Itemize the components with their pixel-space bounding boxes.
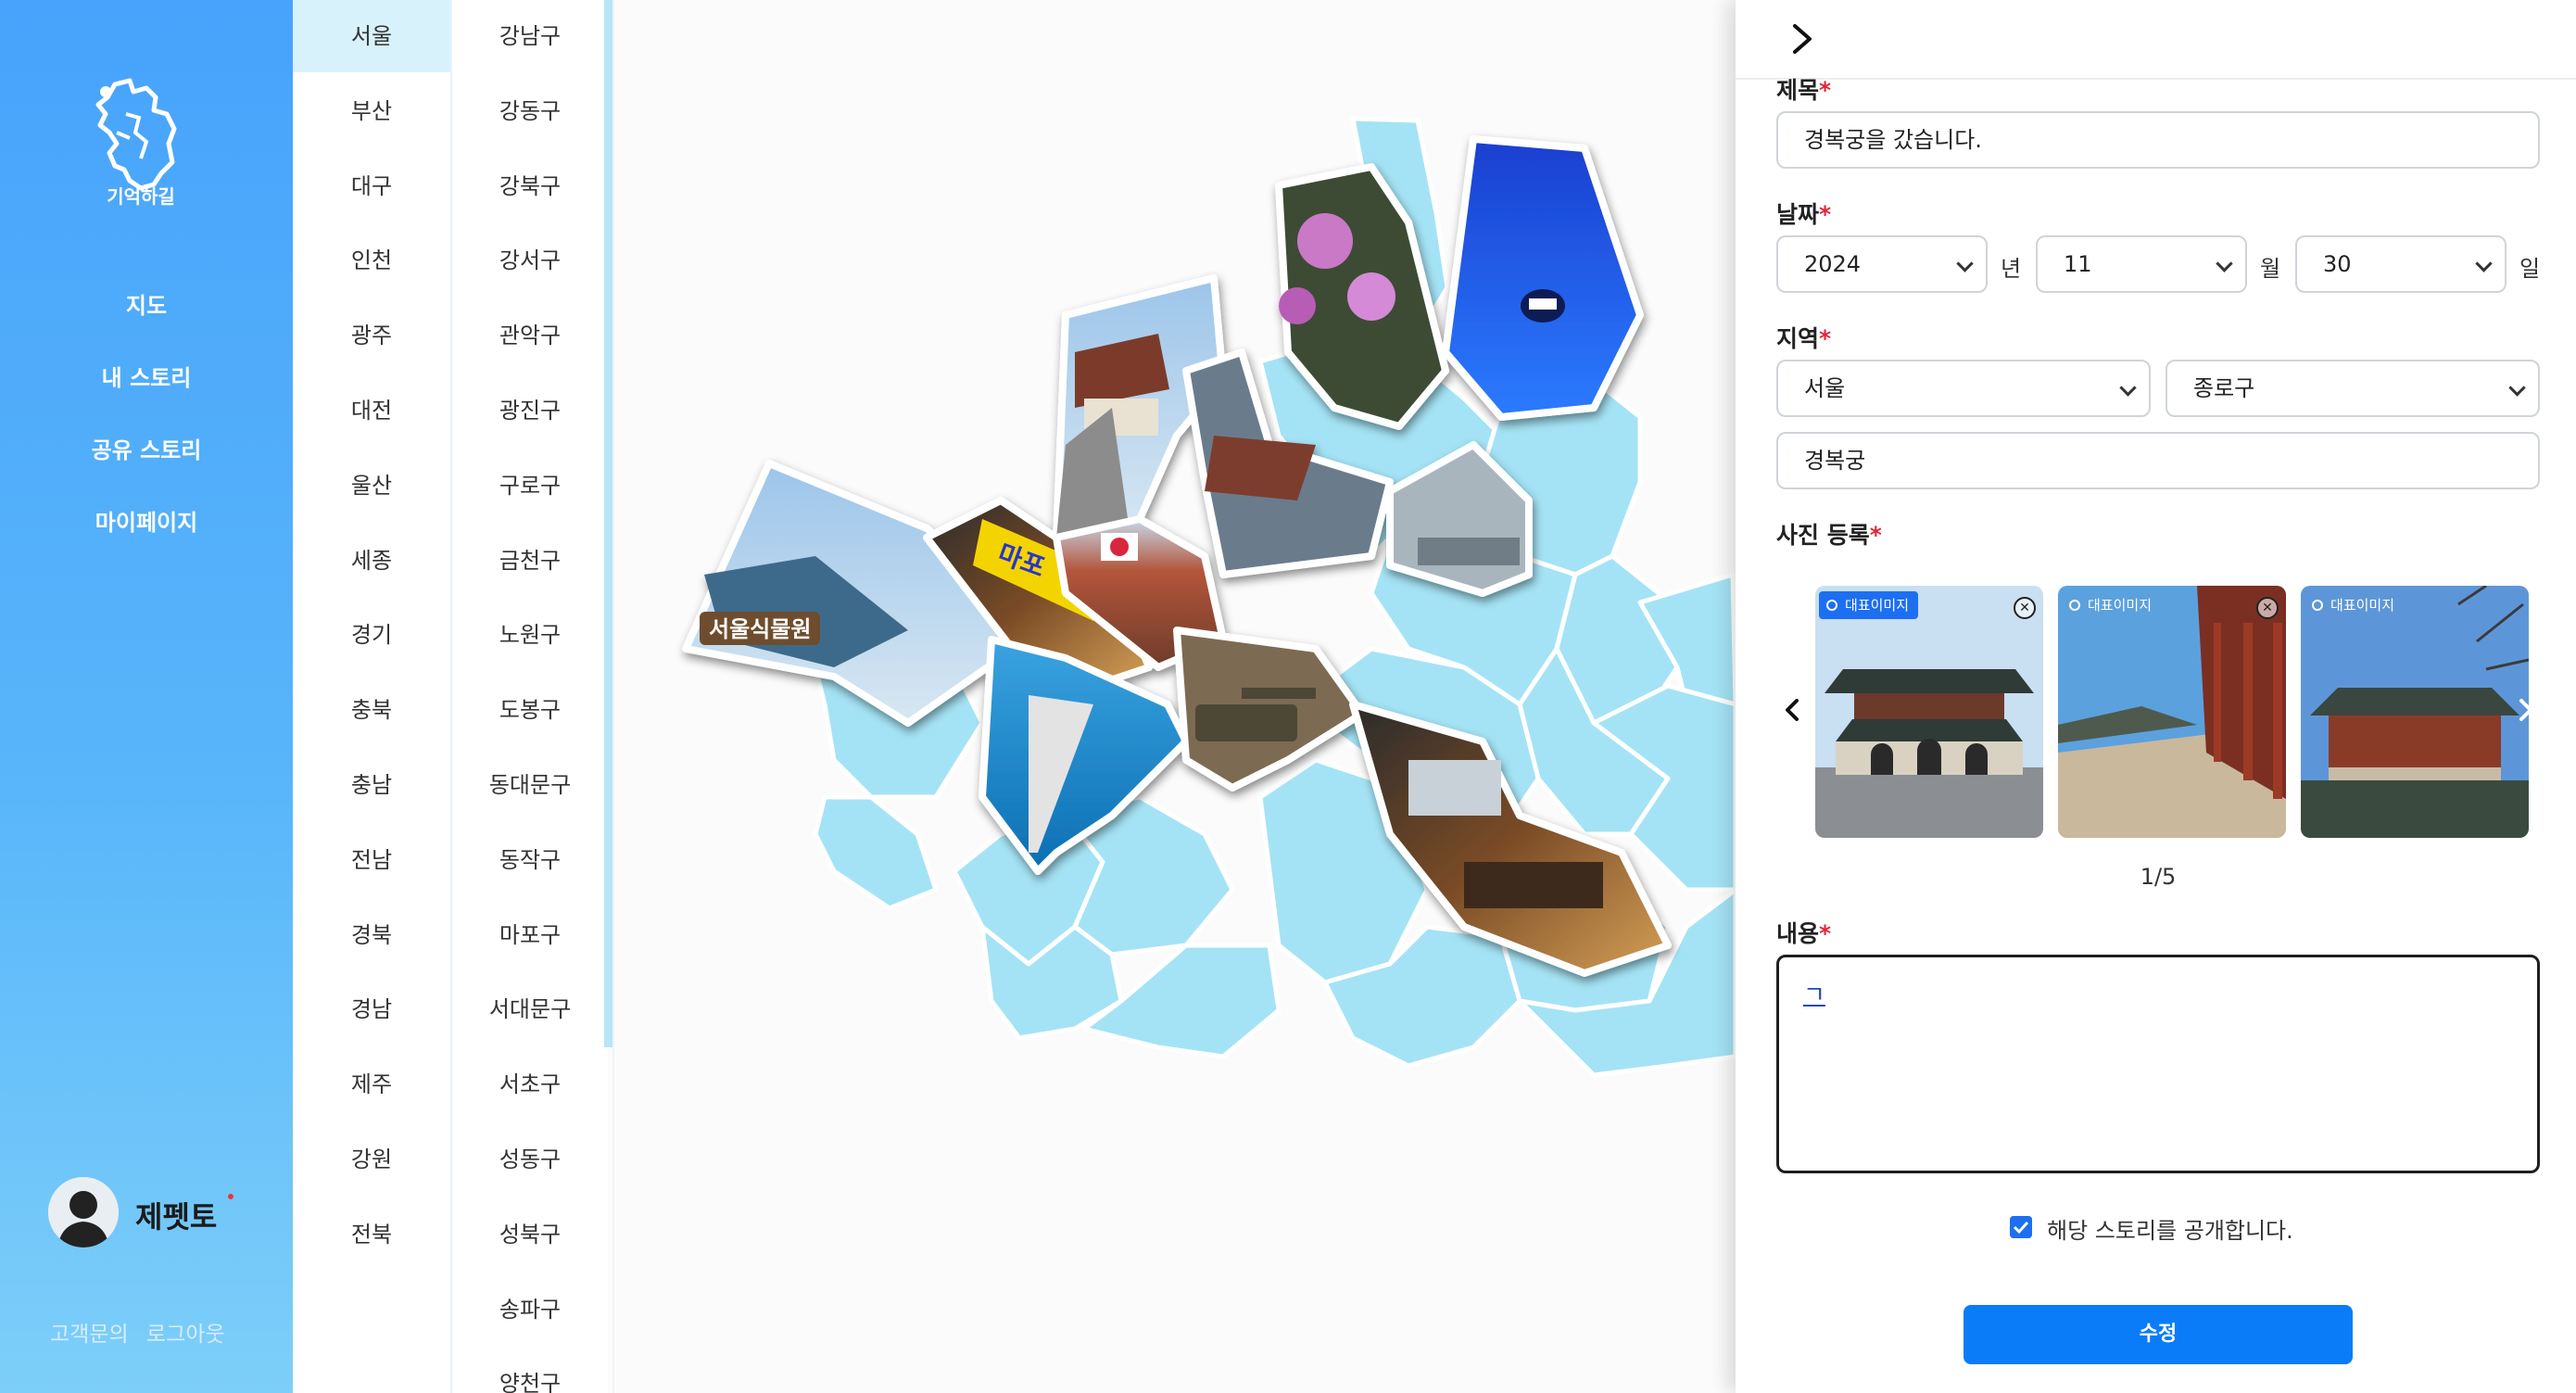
- thumb-image: [1815, 586, 2043, 838]
- district-item[interactable]: 송파구: [452, 1273, 608, 1346]
- district-list: 강남구 강동구 강북구 강서구 관악구 광진구 구로구 금천구 노원구 도봉구 동대문구 동작구 마포구…: [452, 0, 608, 1393]
- district-item[interactable]: 동작구: [452, 824, 608, 896]
- region-item[interactable]: 대구: [293, 150, 450, 222]
- day-unit: 일: [2519, 256, 2541, 282]
- close-icon[interactable]: ✕: [2014, 597, 2036, 619]
- sidebar: 기억하길 지도 내 스토리 공유 스토리 마이페이지 제펫토 고객문의 로그아웃: [0, 0, 293, 1393]
- date-label: 날짜*: [1776, 201, 1832, 228]
- district-item[interactable]: 강북구: [452, 150, 608, 222]
- content-label: 내용*: [1776, 920, 1832, 947]
- region-item[interactable]: 충남: [293, 749, 450, 821]
- content-textarea[interactable]: ㄱ: [1776, 955, 2540, 1173]
- district-item[interactable]: 강남구: [452, 0, 608, 72]
- district-item[interactable]: 마포구: [452, 899, 608, 971]
- content-text: ㄱ: [1803, 981, 1825, 1009]
- district-item[interactable]: 강동구: [452, 75, 608, 147]
- region-item[interactable]: 부산: [293, 75, 450, 147]
- year-unit: 년: [2001, 256, 2022, 282]
- region-item[interactable]: 대전: [293, 374, 450, 447]
- region-item[interactable]: 인천: [293, 224, 450, 297]
- close-icon[interactable]: ✕: [2256, 597, 2279, 619]
- district-item[interactable]: 구로구: [452, 450, 608, 522]
- district-item[interactable]: 관악구: [452, 299, 608, 372]
- region-item[interactable]: 전북: [293, 1198, 450, 1271]
- region-item[interactable]: 서울: [293, 0, 450, 72]
- district-item[interactable]: 양천구: [452, 1348, 608, 1393]
- month-unit: 월: [2260, 256, 2281, 282]
- region-item[interactable]: 울산: [293, 450, 450, 522]
- nav-map[interactable]: 지도: [0, 287, 293, 320]
- title-input[interactable]: 경복궁을 갔습니다.: [1776, 111, 2540, 169]
- year-select[interactable]: 2024: [1776, 235, 1988, 293]
- district-item[interactable]: 서초구: [452, 1048, 608, 1121]
- area-region-select[interactable]: 서울: [1776, 360, 2151, 417]
- thumb-image: [2301, 586, 2529, 838]
- notification-dot: [228, 1194, 234, 1199]
- logout-link[interactable]: 로그아웃: [146, 1316, 225, 1348]
- place-input[interactable]: 경복궁: [1776, 432, 2540, 489]
- photo-page-counter: 1/5: [2140, 864, 2177, 890]
- photo-carousel: 대표이미지 ✕ 대표이미지 ✕ 대표이미지: [1776, 575, 2540, 840]
- thumb-main-badge[interactable]: 대표이미지: [2305, 591, 2404, 619]
- region-list: 서울 부산 대구 인천 광주 대전 울산 세종 경기 충북 충남 전남 경북 경남 제주 강원 전북: [293, 0, 452, 1393]
- photo-label: 사진 등록*: [1776, 522, 1882, 549]
- district-item[interactable]: 서대문구: [452, 973, 608, 1045]
- region-item[interactable]: 전남: [293, 824, 450, 896]
- district-item[interactable]: 강서구: [452, 224, 608, 297]
- title-label: 제목*: [1776, 77, 1832, 104]
- region-item[interactable]: 강원: [293, 1123, 450, 1196]
- photo-thumb-gwanghwamun[interactable]: 대표이미지 ✕: [1815, 586, 2043, 838]
- user-profile[interactable]: 제펫토: [48, 1177, 271, 1251]
- avatar-silhouette-icon: [48, 1177, 119, 1247]
- photo-thumb-corridor[interactable]: 대표이미지 ✕: [2058, 586, 2286, 838]
- region-item[interactable]: 경남: [293, 973, 450, 1045]
- photo-thumb-gyeonghoeru[interactable]: 대표이미지: [2301, 586, 2529, 838]
- district-item[interactable]: 동대문구: [452, 749, 608, 821]
- region-item[interactable]: 광주: [293, 299, 450, 372]
- avatar[interactable]: [48, 1177, 119, 1247]
- submit-button[interactable]: 수정: [1964, 1305, 2353, 1364]
- region-item[interactable]: 경북: [293, 899, 450, 971]
- district-list-scrollbar[interactable]: [604, 0, 612, 1047]
- public-label: 해당 스토리를 공개합니다.: [2047, 1218, 2293, 1244]
- month-select[interactable]: 11: [2036, 235, 2247, 293]
- photo-label-botanic: 서울식물원: [709, 616, 811, 642]
- region-item[interactable]: 세종: [293, 525, 450, 597]
- support-link[interactable]: 고객문의: [50, 1316, 129, 1348]
- panel-header: [1736, 0, 2576, 80]
- photo-blue-tunnel[interactable]: [1442, 135, 1644, 421]
- seoul-map[interactable]: 서울식물원 마포: [614, 0, 1736, 1393]
- thumb-main-badge[interactable]: 대표이미지: [1819, 591, 1919, 619]
- district-item[interactable]: 노원구: [452, 599, 608, 671]
- district-item[interactable]: 금천구: [452, 525, 608, 597]
- district-item[interactable]: 도봉구: [452, 674, 608, 746]
- nav-my-story[interactable]: 내 스토리: [0, 360, 293, 392]
- thumb-main-badge[interactable]: 대표이미지: [2062, 591, 2161, 619]
- thumb-image: [2058, 586, 2286, 838]
- area-district-select[interactable]: 종로구: [2166, 360, 2540, 417]
- logo-text: 기억하길: [107, 185, 175, 208]
- day-select[interactable]: 30: [2295, 235, 2507, 293]
- region-item[interactable]: 충북: [293, 674, 450, 746]
- nav-shared-story[interactable]: 공유 스토리: [0, 432, 293, 464]
- nav-mypage[interactable]: 마이페이지: [0, 504, 293, 537]
- carousel-prev-icon[interactable]: [1778, 691, 1806, 728]
- user-name: 제펫토: [135, 1199, 218, 1235]
- region-item[interactable]: 경기: [293, 599, 450, 671]
- carousel-next-icon[interactable]: [2512, 691, 2540, 728]
- district-item[interactable]: 광진구: [452, 374, 608, 447]
- story-edit-panel: 제목* 경복궁을 갔습니다. 날짜* 2024 년 11 월 30 일 지역* …: [1736, 0, 2576, 1393]
- district-item[interactable]: 성동구: [452, 1123, 608, 1196]
- region-item[interactable]: 제주: [293, 1048, 450, 1121]
- district-item[interactable]: 성북구: [452, 1198, 608, 1271]
- public-checkbox[interactable]: [2010, 1216, 2032, 1238]
- chevron-right-icon[interactable]: [1784, 19, 1821, 59]
- area-label: 지역*: [1776, 325, 1832, 352]
